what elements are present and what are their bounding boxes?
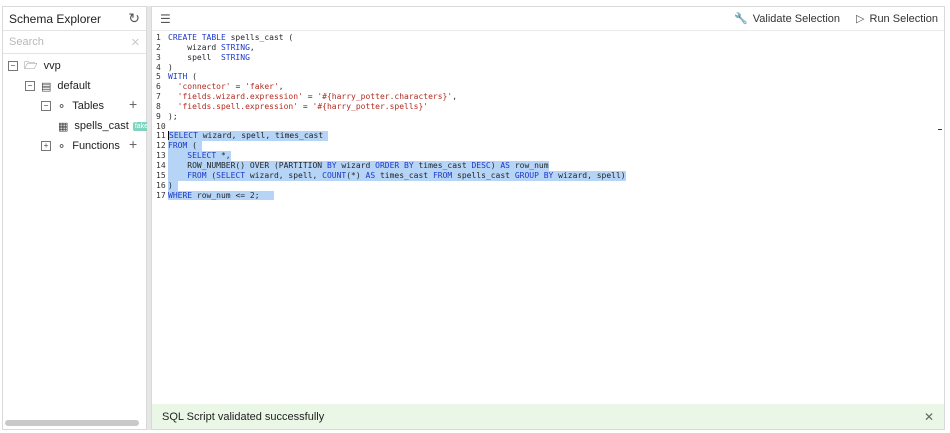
- collapse-icon[interactable]: −: [41, 101, 51, 111]
- line-number: 9: [156, 111, 161, 121]
- catalog-label: vvp: [43, 60, 61, 72]
- tree-item-catalog[interactable]: − 🗁 vvp: [8, 57, 61, 75]
- code-line: 11 SELECT wizard, spell, times_cast: [156, 131, 328, 142]
- line-number: 15: [156, 170, 166, 180]
- line-number: 11: [156, 131, 166, 141]
- code-line: 8 'fields.spell.expression' = '#{harry_p…: [156, 101, 429, 111]
- format-icon[interactable]: ☰: [160, 12, 171, 26]
- line-number: 17: [156, 190, 166, 200]
- collapse-icon[interactable]: −: [25, 81, 35, 91]
- tables-label: Tables: [72, 100, 105, 112]
- line-number: 4: [156, 62, 161, 72]
- line-number: 12: [156, 141, 166, 151]
- schema-explorer-panel: Schema Explorer ↻ ✕ − 🗁 vvp − ▤ default …: [2, 6, 153, 430]
- tree-item-database[interactable]: − ▤ default: [25, 77, 90, 95]
- code-line: 5 WITH (: [156, 72, 197, 82]
- validate-selection-label: Validate Selection: [752, 12, 841, 25]
- status-bar: SQL Script validated successfully ✕: [152, 404, 944, 429]
- add-table-icon[interactable]: +: [129, 96, 137, 112]
- line-number: 14: [156, 160, 166, 170]
- schema-explorer-title: Schema Explorer: [9, 11, 102, 26]
- code-line: 17 WHERE row_num <= 2;: [156, 190, 274, 201]
- run-selection-label: Run Selection: [869, 12, 939, 25]
- line-number: 6: [156, 82, 161, 92]
- hierarchy-icon: ⚬: [57, 139, 67, 153]
- expand-icon[interactable]: +: [41, 141, 51, 151]
- database-icon: ▤: [41, 79, 52, 93]
- code-line: 3 spell STRING: [156, 52, 250, 62]
- line-number: 7: [156, 92, 161, 102]
- status-message: SQL Script validated successfully: [162, 410, 325, 423]
- table-name-label: spells_cast: [74, 120, 129, 132]
- add-function-icon[interactable]: +: [129, 136, 137, 152]
- code-area[interactable]: 1 CREATE TABLE spells_cast ( 2 wizard STR…: [152, 33, 932, 201]
- code-line: 7 'fields.wizard.expression' = '#{harry_…: [156, 92, 458, 102]
- code-line: 16): [156, 180, 178, 191]
- code-line: 4): [156, 62, 173, 72]
- search-bar: ✕: [3, 31, 146, 54]
- tree-item-functions[interactable]: + ⚬ Functions: [41, 137, 120, 155]
- code-line: 9);: [156, 111, 178, 121]
- collapse-icon[interactable]: −: [8, 61, 18, 71]
- folder-icon: 🗁: [24, 58, 38, 72]
- line-number: 16: [156, 180, 166, 190]
- schema-explorer-header: Schema Explorer ↻: [3, 7, 146, 31]
- line-number: 8: [156, 101, 161, 111]
- horizontal-scrollbar[interactable]: [5, 420, 139, 426]
- search-input[interactable]: [9, 36, 119, 48]
- code-line: 10: [152, 122, 932, 132]
- code-line: 13 SELECT *,: [156, 151, 231, 161]
- code-line: 1 CREATE TABLE spells_cast (: [156, 33, 294, 42]
- database-label: default: [57, 80, 91, 92]
- validate-selection-button[interactable]: 🔧 Validate Selection: [734, 12, 841, 26]
- code-line: 2 wizard STRING,: [156, 42, 255, 52]
- refresh-icon[interactable]: ↻: [128, 10, 140, 27]
- sql-editor-panel: ☰ 🔧 Validate Selection ▷ Run Selection 1…: [151, 6, 945, 430]
- close-icon[interactable]: ✕: [924, 410, 934, 424]
- code-line: 14 ROW_NUMBER() OVER (PARTITION BY wizar…: [156, 160, 549, 171]
- run-selection-button[interactable]: ▷ Run Selection: [856, 12, 939, 26]
- line-number: 1: [156, 33, 161, 42]
- table-icon: ▦: [58, 119, 69, 133]
- line-number: 13: [156, 151, 166, 161]
- line-number: 3: [156, 52, 161, 62]
- code-line: 12 FROM (: [156, 141, 202, 152]
- wrench-icon: 🔧: [734, 13, 748, 25]
- tree-item-tables[interactable]: − ⚬ Tables: [41, 97, 104, 115]
- play-icon: ▷: [856, 13, 865, 25]
- line-number: 2: [156, 42, 161, 52]
- line-number: 10: [156, 121, 166, 131]
- tree-item-table-spells-cast[interactable]: ▦ spells_cast faker: [58, 117, 153, 135]
- clear-search-icon[interactable]: ✕: [131, 36, 140, 49]
- code-line: 15 FROM (SELECT wizard, spell, COUNT(*) …: [156, 170, 626, 181]
- editor-toolbar: ☰ 🔧 Validate Selection ▷ Run Selection: [152, 7, 944, 31]
- hierarchy-icon: ⚬: [57, 99, 67, 113]
- line-number: 5: [156, 72, 161, 82]
- code-line: 6 'connector' = 'faker',: [156, 82, 284, 92]
- scroll-marker: [938, 129, 942, 130]
- functions-label: Functions: [72, 140, 120, 152]
